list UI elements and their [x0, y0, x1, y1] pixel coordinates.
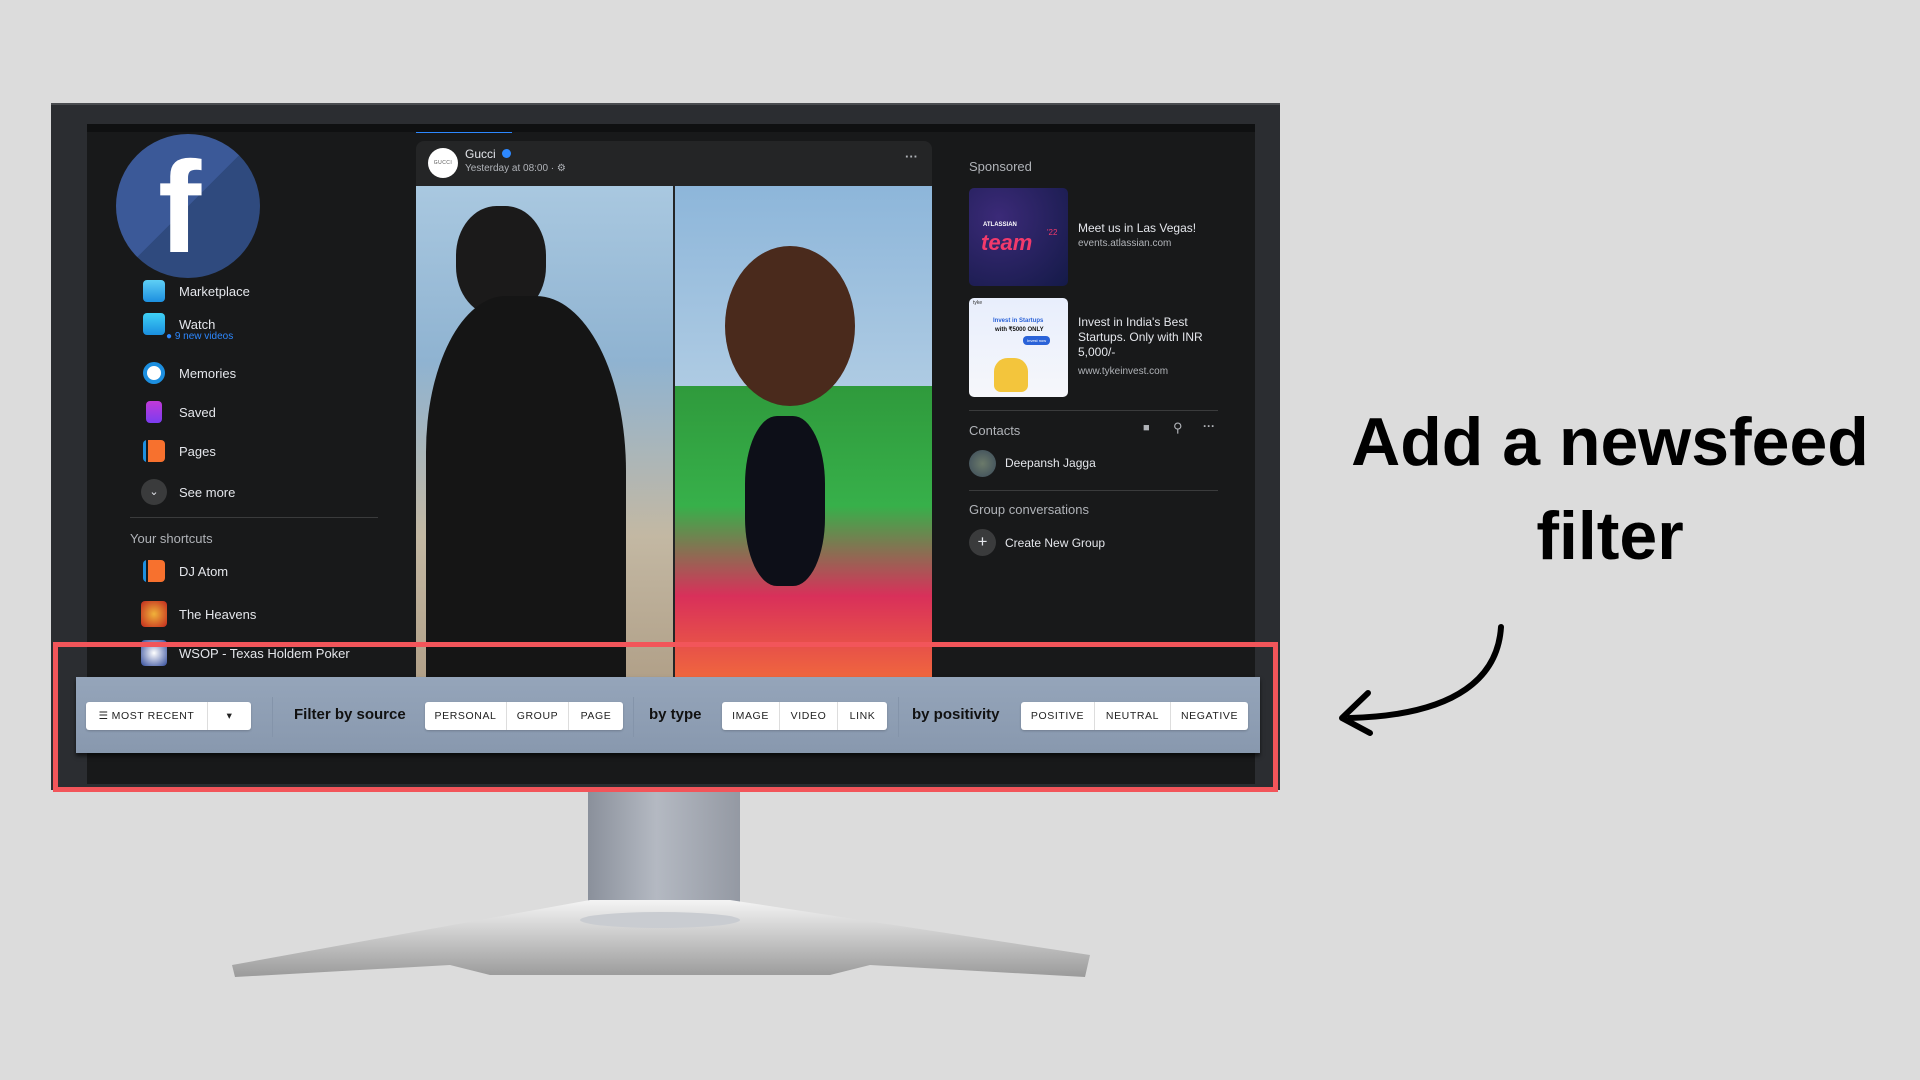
watch-icon — [143, 313, 165, 335]
monitor-stand-base — [232, 900, 1090, 977]
post-author-row: Gucci — [465, 147, 512, 161]
sidebar-item-label: See more — [179, 484, 236, 500]
ad-url[interactable]: events.atlassian.com — [1078, 238, 1171, 249]
group-conversations-heading: Group conversations — [969, 502, 1089, 517]
annotation-headline: Add a newsfeed — [1351, 404, 1869, 480]
chevron-down-icon: ⌄ — [141, 479, 167, 505]
marketplace-icon — [143, 280, 165, 302]
contact-avatar[interactable] — [969, 450, 996, 477]
shortcut-dj-atom[interactable]: DJ Atom — [143, 560, 228, 582]
facebook-logo: f — [116, 134, 260, 278]
memories-icon — [143, 362, 165, 384]
new-room-video-icon[interactable]: ■ — [1143, 422, 1150, 434]
ad-image-tyke[interactable]: tyke Invest in Startups with ₹5000 ONLY … — [969, 298, 1068, 397]
shortcut-the-heavens[interactable]: The Heavens — [141, 601, 257, 627]
curved-arrow-icon — [1339, 624, 1504, 736]
page-flag-icon — [143, 560, 165, 582]
sidebar-item-label: Watch — [179, 316, 216, 332]
right-divider — [969, 490, 1218, 491]
right-divider — [969, 410, 1218, 411]
sidebar-item-saved[interactable]: Saved — [143, 401, 216, 423]
audience-gear-icon: ⚙ — [556, 163, 566, 174]
sidebar-item-label: Marketplace — [179, 283, 250, 299]
sidebar-item-marketplace[interactable]: Marketplace — [143, 280, 250, 302]
post-more-button[interactable]: ··· — [905, 149, 918, 164]
post-time[interactable]: Yesterday at 08:00 · — [465, 163, 554, 174]
contacts-heading: Contacts — [969, 423, 1021, 438]
the-heavens-avatar — [141, 601, 167, 627]
contacts-more-icon[interactable]: ··· — [1203, 419, 1215, 433]
watch-new-videos: ● 9 new videos — [166, 331, 234, 342]
post-image-right[interactable] — [675, 186, 932, 681]
sidebar-item-label: Pages — [179, 443, 216, 459]
verified-badge-icon — [502, 149, 512, 158]
gucci-avatar[interactable]: GUCCI — [428, 148, 458, 178]
post-image-left[interactable] — [416, 186, 673, 681]
create-group-link[interactable]: Create New Group — [1005, 536, 1105, 550]
sidebar-item-memories[interactable]: Memories — [143, 362, 236, 384]
saved-icon — [146, 401, 162, 423]
watch-subtext: 9 new videos — [174, 331, 234, 342]
active-tab-indicator — [416, 132, 512, 133]
sidebar-item-label: Saved — [179, 404, 216, 420]
sponsored-heading: Sponsored — [969, 159, 1032, 174]
sidebar-divider — [130, 517, 378, 518]
contact-name[interactable]: Deepansh Jagga — [1005, 456, 1096, 470]
shortcut-label: The Heavens — [179, 606, 257, 622]
plus-icon[interactable]: + — [969, 529, 996, 556]
sidebar-item-pages[interactable]: Pages — [143, 440, 216, 462]
post-meta: Yesterday at 08:00 · ⚙ — [465, 163, 566, 174]
highlight-box — [53, 642, 1278, 792]
shortcut-label: DJ Atom — [179, 563, 229, 579]
ad-title[interactable]: Meet us in Las Vegas! — [1078, 221, 1208, 235]
shortcuts-heading: Your shortcuts — [130, 531, 213, 546]
post-card: GUCCI Gucci Yesterday at 08:00 · ⚙ ··· — [416, 141, 932, 681]
ad-url[interactable]: www.tykeinvest.com — [1078, 366, 1168, 377]
ad-title[interactable]: Invest in India's Best Startups. Only wi… — [1078, 315, 1208, 360]
pages-icon — [143, 440, 165, 462]
see-more-button[interactable]: ⌄ See more — [141, 479, 236, 505]
search-contacts-icon[interactable]: ⚲ — [1173, 420, 1183, 436]
post-author[interactable]: Gucci — [465, 147, 496, 161]
annotation-headline-line2: filter — [1536, 498, 1684, 574]
sidebar-item-label: Memories — [179, 365, 237, 381]
ad-image-atlassian[interactable]: ATLASSIAN team '22 — [969, 188, 1068, 286]
